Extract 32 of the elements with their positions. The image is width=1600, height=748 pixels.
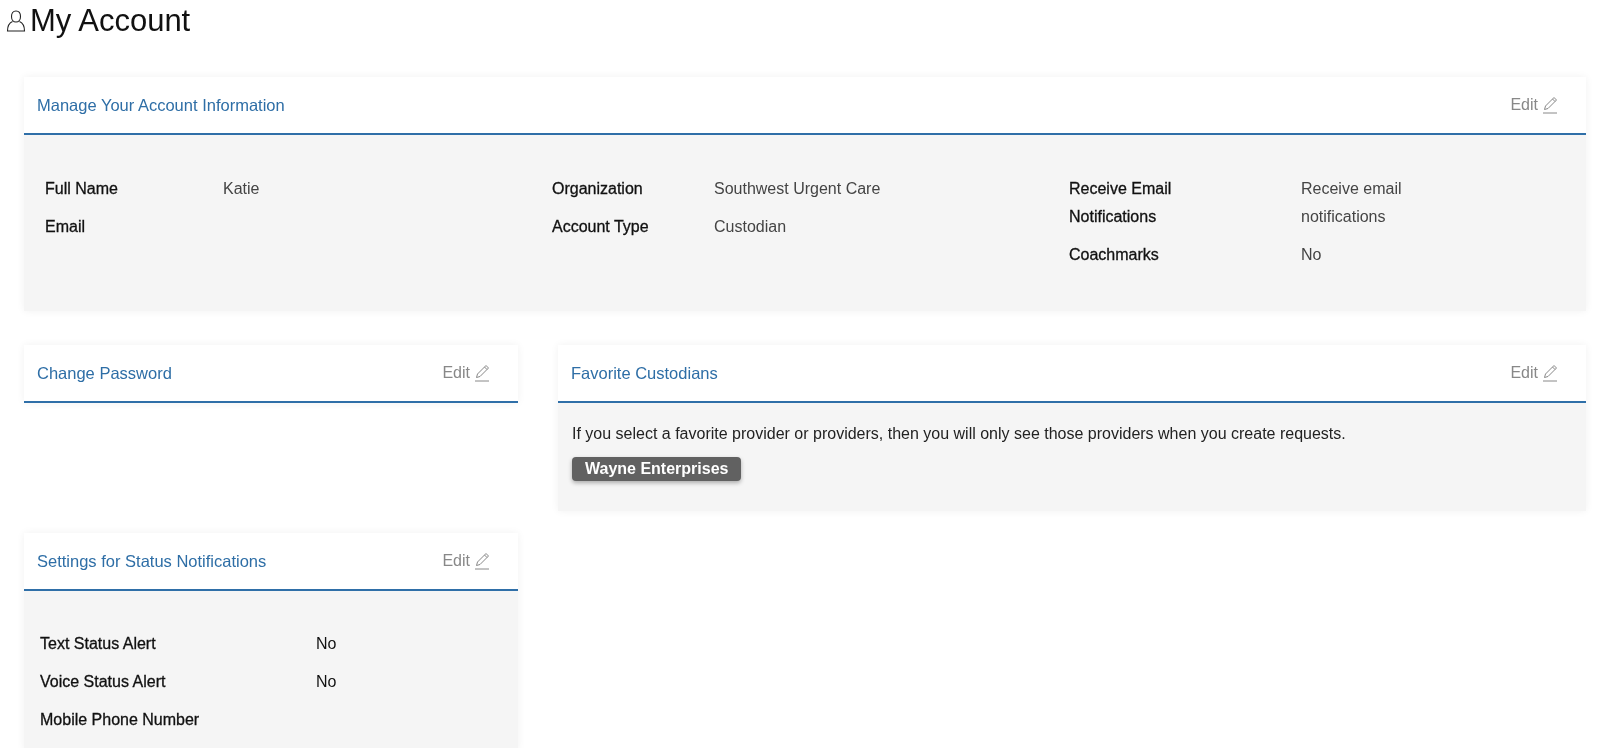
field-label: Account Type <box>552 217 650 237</box>
card-title: Manage Your Account Information <box>37 95 286 115</box>
field-label: Coachmarks <box>1069 245 1160 265</box>
edit-link[interactable]: Edit <box>1510 364 1538 382</box>
field-label: Voice Status Alert <box>40 672 167 692</box>
pencil-icon <box>474 364 490 382</box>
edit-link[interactable]: Edit <box>1510 96 1538 114</box>
field-label: Full Name <box>45 179 119 199</box>
edit-link[interactable]: Edit <box>442 364 470 382</box>
card-title: Settings for Status Notifications <box>37 551 268 571</box>
field-value: No <box>316 672 338 692</box>
custodian-tag: Wayne Enterprises <box>572 457 742 481</box>
field-value: Custodian <box>714 217 788 237</box>
pencil-icon <box>1542 96 1558 114</box>
pencil-icon <box>474 552 490 570</box>
field-value: Katie <box>223 179 261 199</box>
user-icon <box>6 9 26 33</box>
field-label: Organization <box>552 179 644 199</box>
field-label: Mobile Phone Number <box>40 710 201 730</box>
card-title: Change Password <box>37 363 173 383</box>
field-label: Email <box>45 217 86 237</box>
pencil-icon <box>1542 364 1558 382</box>
field-label: Receive Email Notifications <box>1069 179 1173 227</box>
field-value: Receive email notifications <box>1301 179 1403 227</box>
field-value: Southwest Urgent Care <box>714 179 882 199</box>
card-title: Favorite Custodians <box>571 363 719 383</box>
page-title: My Account <box>30 3 191 39</box>
field-value: No <box>1301 245 1323 265</box>
field-value: No <box>316 634 338 654</box>
description-text: If you select a favorite provider or providers, then you will only see those providers when you create requests. <box>572 425 1347 443</box>
edit-link[interactable]: Edit <box>442 552 470 570</box>
field-label: Text Status Alert <box>40 634 157 654</box>
